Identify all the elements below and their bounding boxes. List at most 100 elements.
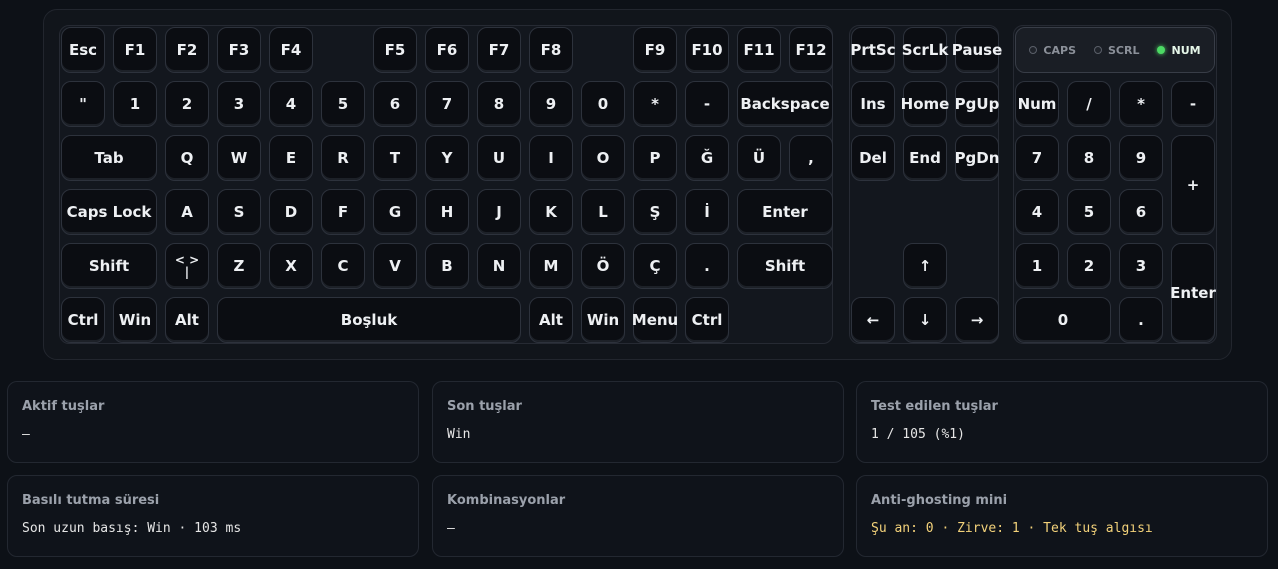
key-numpad-star[interactable]: * [1119,81,1163,127]
key-left-win[interactable]: Win [113,297,157,343]
key-pgdn[interactable]: PgDn [955,135,999,181]
key-star[interactable]: * [633,81,677,127]
key-numpad-enter[interactable]: Enter [1170,243,1216,343]
key-arrow-down[interactable]: ↓ [903,297,947,343]
key-esc[interactable]: Esc [61,27,105,73]
key-numpad-plus[interactable]: + [1171,135,1215,235]
key-minus[interactable]: - [685,81,729,127]
key-6[interactable]: 6 [373,81,417,127]
key-arrow-up[interactable]: ↑ [903,243,947,289]
key-right-alt[interactable]: Alt [529,297,573,343]
key-right-win[interactable]: Win [581,297,625,343]
key-scrlk[interactable]: ScrLk [902,27,948,73]
key-space[interactable]: Boşluk [217,297,521,343]
key-i[interactable]: I [529,135,573,181]
key-i-dot[interactable]: İ [685,189,729,235]
key-f8[interactable]: F8 [529,27,573,73]
key-q[interactable]: Q [165,135,209,181]
key-backspace[interactable]: Backspace [737,81,833,127]
key-4[interactable]: 4 [269,81,313,127]
key-numpad-8[interactable]: 8 [1067,135,1111,181]
key-numpad-2[interactable]: 2 [1067,243,1111,289]
key-pgup[interactable]: PgUp [955,81,999,127]
key-numpad-slash[interactable]: / [1067,81,1111,127]
key-f4[interactable]: F4 [269,27,313,73]
key-arrow-right[interactable]: → [955,297,999,343]
key-k[interactable]: K [529,189,573,235]
key-angle-brackets[interactable]: < > | [165,243,209,289]
key-numpad-3[interactable]: 3 [1119,243,1163,289]
key-h[interactable]: H [425,189,469,235]
key-s[interactable]: S [217,189,261,235]
key-t[interactable]: T [373,135,417,181]
key-ins[interactable]: Ins [851,81,895,127]
key-numpad-dot[interactable]: . [1119,297,1163,343]
key-numpad-minus[interactable]: - [1171,81,1215,127]
key-f[interactable]: F [321,189,365,235]
key-c-cedilla[interactable]: Ç [633,243,677,289]
key-7[interactable]: 7 [425,81,469,127]
key-x[interactable]: X [269,243,313,289]
key-left-alt[interactable]: Alt [165,297,209,343]
key-f2[interactable]: F2 [165,27,209,73]
key-menu[interactable]: Menu [632,297,678,343]
key-v[interactable]: V [373,243,417,289]
key-f5[interactable]: F5 [373,27,417,73]
key-prtsc[interactable]: PrtSc [850,27,896,73]
key-d[interactable]: D [269,189,313,235]
key-p[interactable]: P [633,135,677,181]
key-numpad-5[interactable]: 5 [1067,189,1111,235]
key-left-shift[interactable]: Shift [61,243,157,289]
key-numpad-4[interactable]: 4 [1015,189,1059,235]
key-f3[interactable]: F3 [217,27,261,73]
key-2[interactable]: 2 [165,81,209,127]
key-z[interactable]: Z [217,243,261,289]
key-m[interactable]: M [529,243,573,289]
key-o[interactable]: O [581,135,625,181]
key-g[interactable]: G [373,189,417,235]
key-o-umlaut[interactable]: Ö [581,243,625,289]
key-3[interactable]: 3 [217,81,261,127]
key-right-shift[interactable]: Shift [737,243,833,289]
key-u-umlaut[interactable]: Ü [737,135,781,181]
key-9[interactable]: 9 [529,81,573,127]
key-numpad-1[interactable]: 1 [1015,243,1059,289]
key-g-breve[interactable]: Ğ [685,135,729,181]
key-u[interactable]: U [477,135,521,181]
key-period[interactable]: . [685,243,729,289]
key-s-cedilla[interactable]: Ş [633,189,677,235]
key-f7[interactable]: F7 [477,27,521,73]
key-1[interactable]: 1 [113,81,157,127]
key-del[interactable]: Del [851,135,895,181]
key-c[interactable]: C [321,243,365,289]
key-j[interactable]: J [477,189,521,235]
key-left-ctrl[interactable]: Ctrl [61,297,105,343]
key-arrow-left[interactable]: ← [851,297,895,343]
key-l[interactable]: L [581,189,625,235]
key-b[interactable]: B [425,243,469,289]
key-e[interactable]: E [269,135,313,181]
key-end[interactable]: End [903,135,947,181]
key-capslock[interactable]: Caps Lock [61,189,157,235]
key-tab[interactable]: Tab [61,135,157,181]
key-numpad-0[interactable]: 0 [1015,297,1111,343]
key-5[interactable]: 5 [321,81,365,127]
key-numlock[interactable]: Num [1015,81,1059,127]
key-right-ctrl[interactable]: Ctrl [685,297,729,343]
key-f1[interactable]: F1 [113,27,157,73]
key-numpad-6[interactable]: 6 [1119,189,1163,235]
key-numpad-7[interactable]: 7 [1015,135,1059,181]
key-pause[interactable]: Pause [952,27,1002,73]
key-n[interactable]: N [477,243,521,289]
key-f12[interactable]: F12 [789,27,833,73]
key-0[interactable]: 0 [581,81,625,127]
key-home[interactable]: Home [901,81,949,127]
key-y[interactable]: Y [425,135,469,181]
key-f10[interactable]: F10 [685,27,729,73]
key-f9[interactable]: F9 [633,27,677,73]
key-enter[interactable]: Enter [737,189,833,235]
key-numpad-9[interactable]: 9 [1119,135,1163,181]
key-r[interactable]: R [321,135,365,181]
key-f6[interactable]: F6 [425,27,469,73]
key-8[interactable]: 8 [477,81,521,127]
